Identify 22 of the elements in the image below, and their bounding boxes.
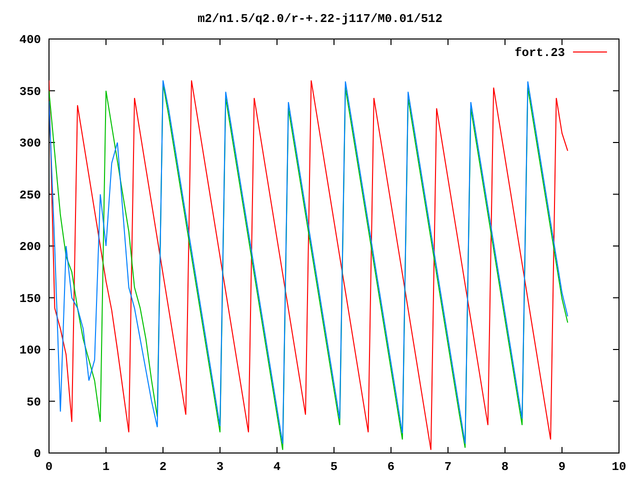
tick-label: 6 bbox=[387, 460, 395, 474]
tick-label: 9 bbox=[558, 460, 566, 474]
tick-label: 300 bbox=[19, 136, 41, 150]
tick-label: 150 bbox=[19, 292, 41, 306]
tick-label: 200 bbox=[19, 240, 41, 254]
tick-label: 10 bbox=[612, 460, 626, 474]
tick-label: 0 bbox=[34, 447, 41, 461]
legend-label: fort.23 bbox=[514, 46, 565, 60]
tick-label: 8 bbox=[501, 460, 509, 474]
tick-label: 100 bbox=[19, 344, 41, 358]
tick-label: 250 bbox=[19, 188, 41, 202]
chart-title: m2/n1.5/q2.0/r-+.22-j117/M0.01/512 bbox=[198, 12, 442, 26]
tick-label: 1 bbox=[102, 460, 110, 474]
tick-label: 3 bbox=[216, 460, 224, 474]
tick-label: 2 bbox=[159, 460, 167, 474]
tick-label: 350 bbox=[19, 84, 41, 99]
tick-label: 4 bbox=[273, 460, 281, 474]
tick-label: 0 bbox=[45, 460, 53, 474]
tick-label: 400 bbox=[19, 33, 41, 47]
tick-label: 50 bbox=[26, 395, 41, 410]
tick-label: 7 bbox=[444, 460, 452, 474]
tick-label: 5 bbox=[330, 460, 338, 474]
